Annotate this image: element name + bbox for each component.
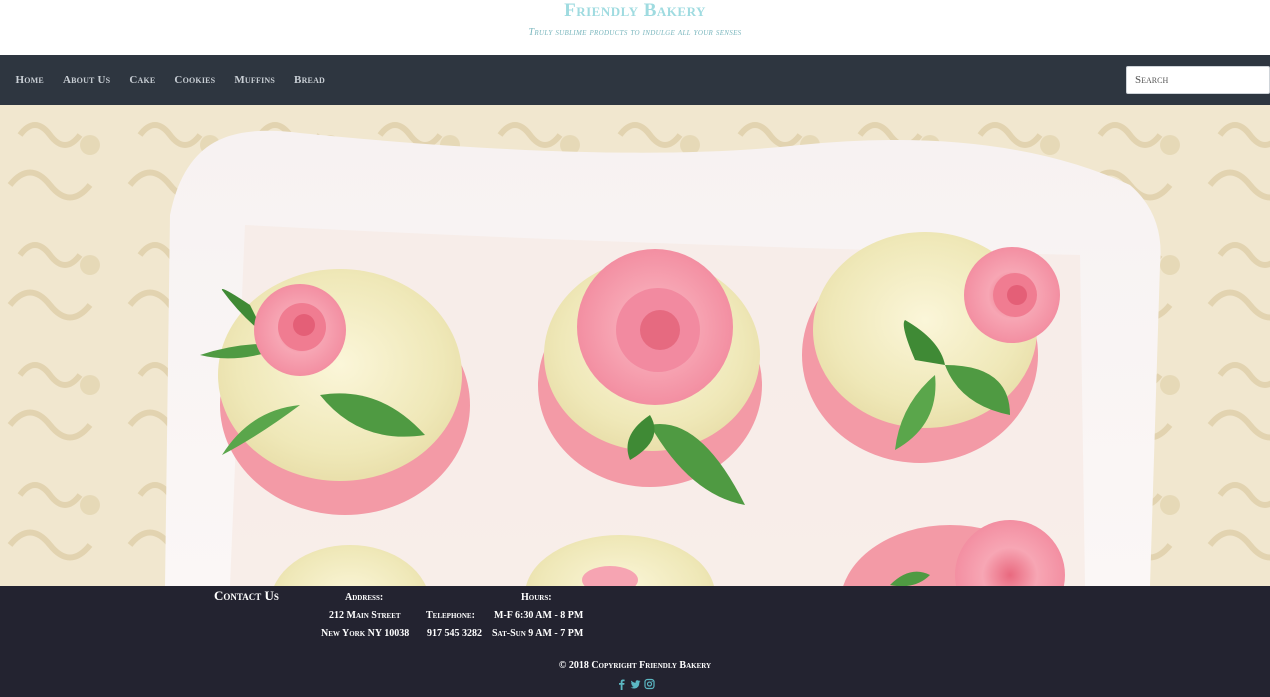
nav-item-muffins[interactable]: Muffins xyxy=(225,74,285,86)
telephone-label: Telephone: xyxy=(426,610,475,621)
copyright-text: © 2018 Copyright Friendly Bakery xyxy=(558,660,712,671)
twitter-icon[interactable] xyxy=(630,677,641,689)
address-label: Address: xyxy=(345,592,384,603)
facebook-icon[interactable] xyxy=(616,677,627,690)
site-tagline: Truly sublime products to indulge all yo… xyxy=(528,27,742,38)
nav-item-bread[interactable]: Bread xyxy=(285,74,335,86)
site-header: Friendly Bakery Truly sublime products t… xyxy=(0,0,1270,55)
social-links xyxy=(0,677,1270,690)
hours-weekend: Sat-Sun 9 AM - 7 PM xyxy=(492,628,584,639)
site-brand[interactable]: Friendly Bakery xyxy=(0,0,1270,22)
contact-title: Contact Us xyxy=(214,588,279,603)
hours-weekday: M-F 6:30 AM - 8 PM xyxy=(494,610,584,621)
telephone-number[interactable]: 917 545 3282 xyxy=(427,628,482,639)
nav-links: Home About Us Cake Cookies Muffins Bread xyxy=(6,55,335,105)
main-nav: Home About Us Cake Cookies Muffins Bread xyxy=(0,55,1270,105)
nav-item-about-us[interactable]: About Us xyxy=(53,74,119,86)
nav-item-cake[interactable]: Cake xyxy=(120,74,165,86)
address-line1: 212 Main Street xyxy=(329,610,401,621)
nav-item-home[interactable]: Home xyxy=(6,74,53,86)
address-line2: New York NY 10038 xyxy=(321,628,410,639)
instagram-icon[interactable] xyxy=(643,677,655,690)
hero-image xyxy=(0,105,1270,586)
nav-item-cookies[interactable]: Cookies xyxy=(165,74,225,86)
search-input[interactable] xyxy=(1126,66,1270,94)
hours-label: Hours: xyxy=(521,592,552,603)
site-footer: Contact Us Address: 212 Main Street New … xyxy=(0,586,1270,697)
